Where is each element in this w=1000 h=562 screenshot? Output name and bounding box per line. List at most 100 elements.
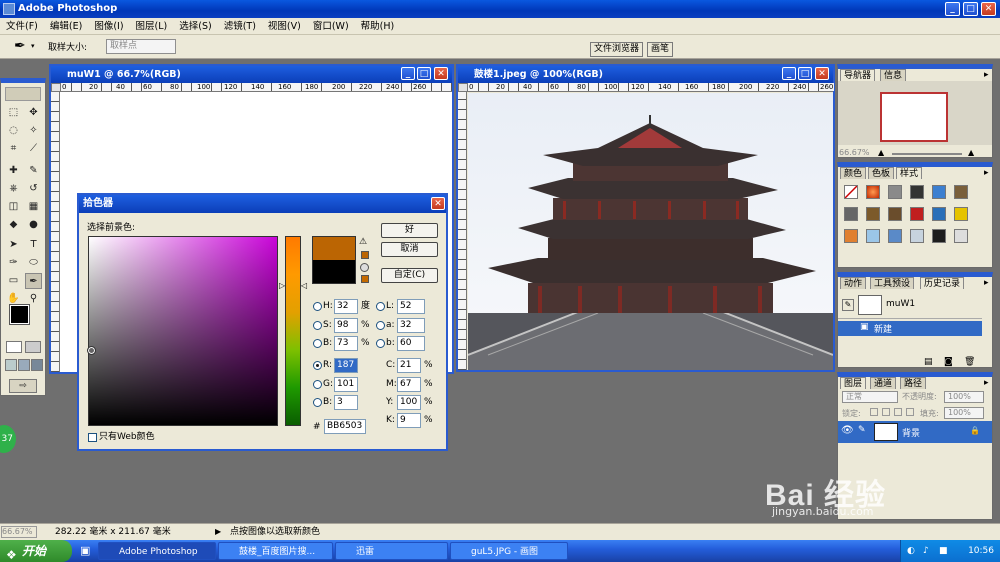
tab-color[interactable]: 颜色 — [840, 167, 867, 179]
c-field[interactable]: 21 — [397, 358, 421, 373]
history-delete-icon[interactable]: 🗑 — [964, 357, 975, 367]
slice-tool-icon[interactable]: ⟋ — [25, 141, 42, 157]
style-swatch-9[interactable] — [888, 207, 902, 221]
l-field[interactable]: 52 — [397, 299, 425, 314]
ok-button[interactable]: 好 — [381, 223, 438, 238]
doc2-ruler-origin[interactable] — [458, 83, 468, 92]
drum-tower-photo[interactable] — [468, 93, 833, 370]
healing-brush-icon[interactable]: ✚ — [5, 163, 22, 179]
s-field[interactable]: 98 — [334, 318, 358, 333]
screen-mode-3-icon[interactable] — [31, 359, 43, 371]
start-button[interactable]: ❖ 开始 — [0, 540, 72, 562]
doc1-maximize-button[interactable]: □ — [417, 67, 431, 80]
type-tool-icon[interactable]: T — [25, 237, 42, 253]
blend-mode-select[interactable]: 正常 — [842, 391, 898, 403]
eyedropper-tool-icon[interactable]: ✒ — [25, 273, 42, 289]
menu-edit[interactable]: 编辑(E) — [44, 18, 88, 35]
status-zoom-field[interactable]: 66.67% — [1, 526, 37, 538]
style-swatch-7[interactable] — [844, 207, 858, 221]
new-document-from-state-icon[interactable]: ▤ — [924, 357, 933, 367]
color-field[interactable] — [87, 236, 278, 426]
tab-actions[interactable]: 动作 — [840, 277, 867, 289]
picker-close-button[interactable]: ✕ — [431, 197, 445, 210]
menu-window[interactable]: 窗口(W) — [307, 18, 355, 35]
gamut-warning-icon[interactable]: ⚠ — [359, 237, 367, 247]
style-swatch-2[interactable] — [866, 185, 880, 199]
screen-mode-1-icon[interactable] — [5, 359, 17, 371]
fill-field[interactable]: 100% — [944, 407, 984, 419]
eyedropper-icon[interactable]: ✒ — [14, 38, 26, 54]
style-swatch-4[interactable] — [910, 185, 924, 199]
doc1-close-button[interactable]: ✕ — [434, 67, 448, 80]
opacity-field[interactable]: 100% — [944, 391, 984, 403]
a-radio[interactable] — [376, 321, 385, 330]
s-radio[interactable] — [313, 321, 322, 330]
lasso-tool-icon[interactable]: ◌ — [5, 123, 22, 139]
foreground-color-swatch[interactable] — [9, 304, 30, 325]
navigator-view-box[interactable] — [880, 92, 948, 142]
web-only-checkbox[interactable] — [88, 433, 97, 442]
style-swatch-11[interactable] — [932, 207, 946, 221]
marquee-tool-icon[interactable]: ⬚ — [5, 105, 22, 121]
h-radio[interactable] — [313, 302, 322, 311]
tool-header-icon[interactable] — [5, 87, 41, 101]
minimize-button[interactable]: _ — [945, 2, 960, 16]
path-select-icon[interactable]: ➤ — [5, 237, 22, 253]
doc1-ruler-origin[interactable] — [51, 83, 61, 92]
layer-row-background[interactable]: 👁 ✎ 背景 🔒 — [838, 421, 992, 443]
current-color-swatch[interactable] — [313, 260, 355, 283]
layers-menu-icon[interactable]: ▸ — [984, 378, 989, 388]
eraser-tool-icon[interactable]: ◫ — [5, 199, 22, 215]
magic-wand-icon[interactable]: ✧ — [25, 123, 42, 139]
tab-swatches[interactable]: 色板 — [868, 167, 895, 179]
style-swatch-6[interactable] — [954, 185, 968, 199]
new-snapshot-icon[interactable]: ◙ — [944, 357, 953, 367]
palette-menu-icon[interactable]: ▸ — [984, 70, 989, 80]
tray-app-icon[interactable]: ■ — [939, 540, 948, 562]
zoom-in-icon[interactable]: ▲ — [968, 148, 974, 157]
a-field[interactable]: 32 — [397, 318, 425, 333]
g-radio[interactable] — [313, 380, 322, 389]
style-swatch-15[interactable] — [888, 229, 902, 243]
lab-b-field[interactable]: 60 — [397, 336, 425, 351]
menu-image[interactable]: 图像(I) — [88, 18, 129, 35]
h-field[interactable]: 32 — [334, 299, 358, 314]
gradient-tool-icon[interactable]: ▦ — [25, 199, 42, 215]
menu-select[interactable]: 选择(S) — [173, 18, 217, 35]
dodge-tool-icon[interactable]: ● — [25, 217, 42, 233]
color-field-cursor[interactable] — [87, 346, 96, 355]
menu-view[interactable]: 视图(V) — [262, 18, 307, 35]
web-safe-warning-icon[interactable] — [360, 263, 369, 272]
r-radio[interactable] — [313, 361, 322, 370]
g-field[interactable]: 101 — [334, 377, 358, 392]
hue-slider[interactable] — [285, 236, 301, 426]
tab-navigator[interactable]: 导航器 — [840, 69, 876, 81]
style-swatch-12[interactable] — [954, 207, 968, 221]
clone-stamp-icon[interactable]: ⎈ — [5, 181, 22, 197]
style-swatch-18[interactable] — [954, 229, 968, 243]
tray-network-icon[interactable]: ♪ — [923, 540, 929, 562]
notes-tool-icon[interactable]: ▭ — [5, 273, 22, 289]
menu-layer[interactable]: 图层(L) — [130, 18, 174, 35]
task-browser[interactable]: 鼓楼_百度图片搜... — [218, 542, 333, 560]
crop-tool-icon[interactable]: ⌗ — [5, 141, 22, 157]
y-field[interactable]: 100 — [397, 395, 421, 410]
pen-tool-icon[interactable]: ✑ — [5, 255, 22, 271]
style-swatch-10[interactable] — [910, 207, 924, 221]
tab-styles[interactable]: 样式 — [896, 167, 923, 179]
style-swatch-5[interactable] — [932, 185, 946, 199]
web-safe-swatch-icon[interactable] — [361, 275, 369, 283]
hue-slider-right-arrow-icon[interactable]: ◁ — [301, 281, 307, 290]
lock-pixels-checkbox[interactable] — [882, 408, 890, 416]
tab-layers[interactable]: 图层 — [840, 377, 867, 389]
jump-to-imageready-icon[interactable]: ⇨ — [9, 379, 37, 393]
doc2-close-button[interactable]: ✕ — [815, 67, 829, 80]
lab-b-radio[interactable] — [376, 339, 385, 348]
history-menu-icon[interactable]: ▸ — [984, 278, 989, 288]
doc1-minimize-button[interactable]: _ — [401, 67, 415, 80]
history-brush-source-icon[interactable]: ✎ — [842, 299, 854, 311]
menu-file[interactable]: 文件(F) — [0, 18, 44, 35]
status-arrow-icon[interactable]: ▶ — [215, 524, 221, 540]
navigator-zoom[interactable]: 66.67% — [839, 148, 870, 157]
lock-position-checkbox[interactable] — [894, 408, 902, 416]
